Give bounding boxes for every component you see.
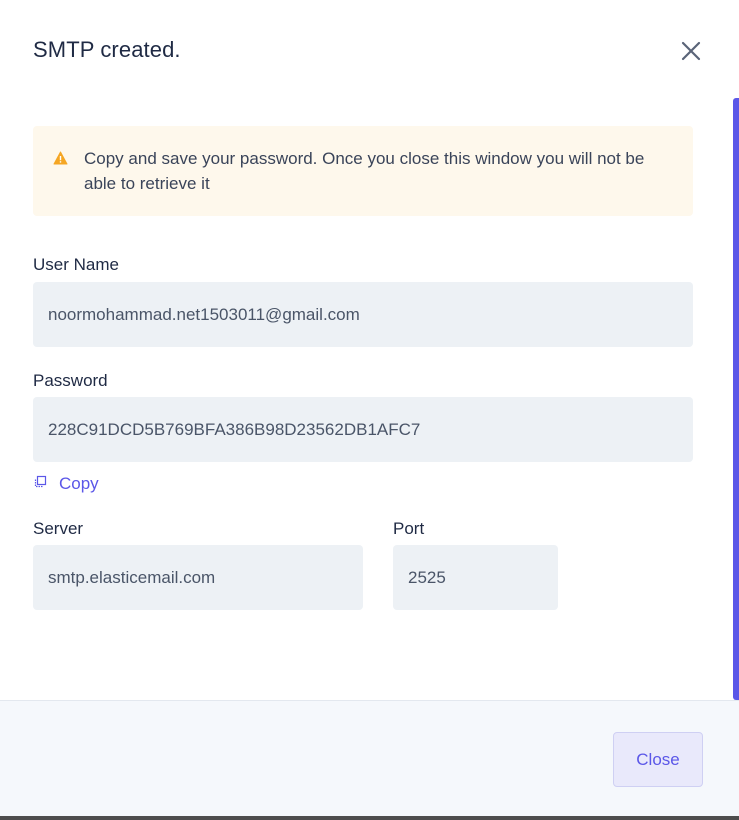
username-label: User Name <box>33 255 119 274</box>
warning-alert: Copy and save your password. Once you cl… <box>33 126 693 216</box>
bottom-divider <box>0 816 739 820</box>
modal-title: SMTP created. <box>33 37 181 62</box>
copy-password-button[interactable]: Copy <box>33 472 99 496</box>
warning-message: Copy and save your password. Once you cl… <box>84 149 645 193</box>
modal-footer: Close <box>0 700 739 816</box>
smtp-created-modal: SMTP created. Copy and save your passwor… <box>0 0 739 820</box>
password-field[interactable]: 228C91DCD5B769BFA386B98D23562DB1AFC7 <box>33 397 693 462</box>
password-label: Password <box>33 371 108 390</box>
port-field[interactable]: 2525 <box>393 545 558 610</box>
port-label: Port <box>393 519 425 538</box>
server-label: Server <box>33 519 84 538</box>
copy-label: Copy <box>59 474 99 493</box>
scrollbar[interactable] <box>733 98 739 700</box>
warning-icon <box>53 151 68 165</box>
close-button[interactable]: Close <box>613 732 703 787</box>
server-field[interactable]: smtp.elasticemail.com <box>33 545 363 610</box>
close-icon[interactable] <box>680 40 702 62</box>
username-field[interactable]: noormohammad.net1503011@gmail.com <box>33 282 693 347</box>
modal-header: SMTP created. <box>0 0 739 100</box>
copy-icon <box>33 474 47 488</box>
